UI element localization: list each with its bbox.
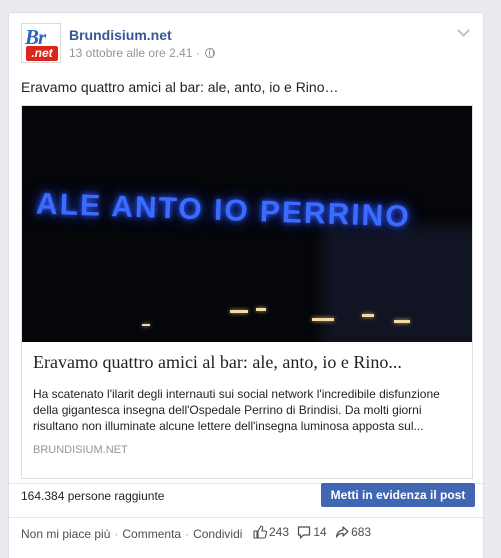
engagement-counters: 243 14 683 <box>253 525 376 542</box>
reach-count[interactable]: 164.384 persone raggiunte <box>21 489 164 503</box>
logo-net-text: .net <box>26 46 58 61</box>
window-light <box>230 310 248 313</box>
link-preview-card[interactable]: ALE ANTO IO PERRINO Eravamo quattro amic… <box>21 105 473 479</box>
post-timestamp[interactable]: 13 ottobre alle ore 2.41 <box>69 46 192 60</box>
post-text: Eravamo quattro amici al bar: ale, anto,… <box>21 79 339 95</box>
link-domain: BRUNDISIUM.NET <box>33 444 128 456</box>
neon-sign-text: ALE ANTO IO PERRINO <box>35 187 412 234</box>
likes-count[interactable]: 243 <box>269 525 289 539</box>
window-light <box>362 314 374 317</box>
action-separator: · <box>185 527 190 541</box>
post-actions: Non mi piace più · Commenta · Condividi <box>21 527 242 541</box>
link-preview-body[interactable]: Eravamo quattro amici al bar: ale, anto,… <box>22 342 472 478</box>
action-separator: · <box>114 527 119 541</box>
unlike-link[interactable]: Non mi piace più <box>21 527 110 541</box>
post-card: Br .net Brundisium.net 13 ottobre alle o… <box>8 12 484 558</box>
thumbs-up-icon[interactable] <box>253 525 268 542</box>
link-title[interactable]: Eravamo quattro amici al bar: ale, anto,… <box>33 352 402 373</box>
link-preview-image[interactable]: ALE ANTO IO PERRINO <box>22 106 472 342</box>
comment-bubble-icon[interactable] <box>297 525 311 542</box>
image-haze <box>322 226 472 342</box>
post-meta: 13 ottobre alle ore 2.41 · <box>69 46 216 60</box>
window-light <box>142 324 150 326</box>
window-light <box>256 308 266 311</box>
share-arrow-icon[interactable] <box>335 525 349 542</box>
page-avatar[interactable]: Br .net <box>21 23 61 63</box>
share-link[interactable]: Condividi <box>193 527 242 541</box>
comments-count[interactable]: 14 <box>313 525 326 539</box>
shares-count[interactable]: 683 <box>351 525 371 539</box>
globe-icon[interactable] <box>205 48 216 58</box>
window-light <box>312 318 334 321</box>
link-description: Ha scatenato l'ilarit degli internauti s… <box>33 387 440 433</box>
chevron-down-icon[interactable] <box>457 27 471 37</box>
meta-separator: · <box>195 46 204 60</box>
page-name-link[interactable]: Brundisium.net <box>69 27 172 43</box>
divider <box>9 517 483 518</box>
window-light <box>394 320 410 323</box>
comment-link[interactable]: Commenta <box>122 527 181 541</box>
boost-post-button[interactable]: Metti in evidenza il post <box>321 483 475 507</box>
